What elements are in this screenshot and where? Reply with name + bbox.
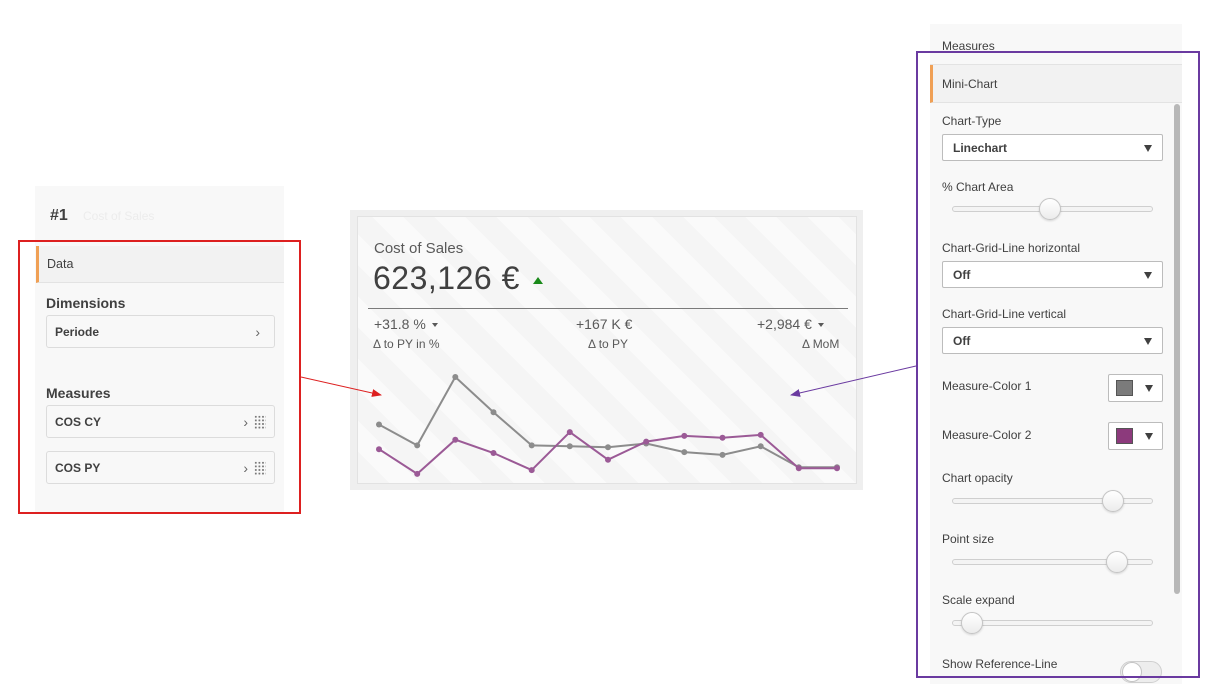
object-title[interactable]: Cost of Sales — [83, 209, 154, 223]
data-highlight-box — [18, 240, 301, 514]
series-1-point — [681, 449, 688, 456]
series-2-point — [528, 467, 535, 474]
series-1-point — [452, 374, 459, 380]
series-2-point — [605, 456, 611, 463]
series-2-point — [757, 431, 764, 438]
series-2-point — [452, 436, 459, 443]
series-1-point — [376, 421, 382, 428]
series-2-point — [795, 465, 802, 472]
object-number: #1 — [50, 207, 68, 224]
series-2-point — [834, 465, 840, 472]
series-2-point — [490, 450, 497, 456]
series-1-point — [719, 451, 726, 458]
series-2-point — [414, 470, 421, 477]
series-1-point — [566, 443, 573, 450]
series-line-2 — [378, 430, 837, 476]
series-1-point — [414, 442, 421, 449]
series-1-point — [528, 442, 535, 449]
series-line-1 — [378, 375, 837, 469]
series-1-point — [757, 443, 764, 450]
properties-highlight-box — [916, 51, 1200, 678]
series-2-point — [681, 432, 688, 439]
series-2-point — [719, 434, 726, 441]
mini-line-chart — [376, 374, 840, 477]
series-2-point — [566, 429, 573, 436]
series-2-point — [376, 446, 382, 453]
series-1-point — [605, 444, 611, 451]
series-1-point — [490, 409, 497, 416]
object-header: #1 Cost of Sales — [35, 186, 284, 246]
kpi-card: Cost of Sales 623,126 € +31.8 % Δ to PY … — [357, 216, 857, 484]
series-2-point — [643, 438, 650, 445]
